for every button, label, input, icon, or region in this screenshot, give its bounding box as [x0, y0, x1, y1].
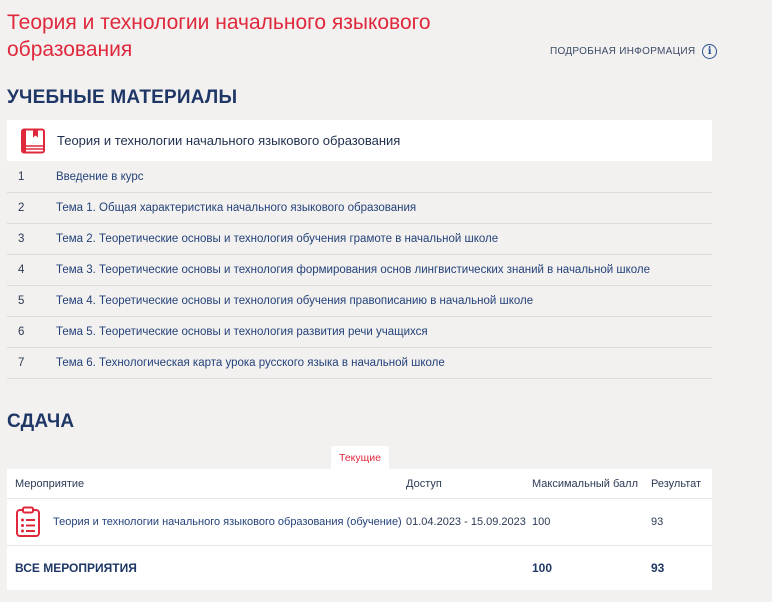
total-row: ВСЕ МЕРОПРИЯТИЯ 100 93 — [7, 546, 712, 590]
item-number: 1 — [18, 171, 25, 183]
column-header-event: Мероприятие — [15, 477, 85, 490]
list-item: 1 Введение в курс — [7, 162, 712, 193]
material-link-intro[interactable]: Введение в курс — [56, 171, 144, 183]
column-header-max-score: Максимальный балл — [532, 477, 638, 490]
result-cell: 93 — [651, 516, 664, 528]
list-item: 6 Тема 5. Теоретические основы и техноло… — [7, 317, 712, 348]
materials-card-title: Теория и технологии начального языкового… — [57, 133, 401, 148]
clipboard-icon — [16, 506, 40, 537]
more-info-label: ПОДРОБНАЯ ИНФОРМАЦИЯ — [550, 46, 696, 57]
item-number: 4 — [18, 264, 25, 276]
list-item: 7 Тема 6. Технологическая карта урока ру… — [7, 348, 712, 379]
submission-heading: СДАЧА — [7, 411, 75, 432]
column-header-access: Доступ — [406, 477, 442, 490]
list-item: 3 Тема 2. Теоретические основы и техноло… — [7, 224, 712, 255]
material-link-topic-4[interactable]: Тема 4. Теоретические основы и технологи… — [56, 295, 533, 307]
item-number: 6 — [18, 326, 25, 338]
material-link-topic-2[interactable]: Тема 2. Теоретические основы и технологи… — [56, 233, 498, 245]
access-cell: 01.04.2023 - 15.09.2023 — [406, 516, 526, 528]
material-link-topic-3[interactable]: Тема 3. Теоретические основы и технологи… — [56, 264, 650, 276]
page-title: Теория и технологии начального языкового… — [7, 11, 431, 61]
total-label: ВСЕ МЕРОПРИЯТИЯ — [15, 561, 137, 575]
max-score-cell: 100 — [532, 516, 551, 528]
materials-list: 1 Введение в курс 2 Тема 1. Общая характ… — [7, 162, 712, 379]
list-item: 2 Тема 1. Общая характеристика начальног… — [7, 193, 712, 224]
item-number: 7 — [18, 357, 25, 369]
item-number: 5 — [18, 295, 25, 307]
event-cell: Теория и технологии начального языкового… — [7, 506, 406, 538]
more-info-link[interactable]: ПОДРОБНАЯ ИНФОРМАЦИЯ i — [550, 44, 718, 59]
material-link-topic-1[interactable]: Тема 1. Общая характеристика начального … — [56, 202, 416, 214]
info-icon[interactable]: i — [702, 44, 718, 59]
material-link-topic-6[interactable]: Тема 6. Технологическая карта урока русс… — [56, 357, 445, 369]
total-max-score: 100 — [532, 561, 553, 575]
column-header-result: Результат — [651, 477, 702, 490]
table-header: Мероприятие Доступ Максимальный балл Рез… — [7, 469, 712, 499]
materials-heading: УЧЕБНЫЕ МАТЕРИАЛЫ — [7, 87, 238, 108]
list-item: 4 Тема 3. Теоретические основы и техноло… — [7, 255, 712, 286]
tab-current[interactable]: Текущие — [331, 446, 389, 469]
event-link[interactable]: Теория и технологии начального языкового… — [53, 516, 402, 528]
list-item: 5 Тема 4. Теоретические основы и техноло… — [7, 286, 712, 317]
book-icon — [21, 128, 45, 153]
item-number: 3 — [18, 233, 25, 245]
item-number: 2 — [18, 202, 25, 214]
submission-table: Мероприятие Доступ Максимальный балл Рез… — [7, 469, 712, 590]
materials-card-header[interactable]: Теория и технологии начального языкового… — [7, 120, 712, 161]
material-link-topic-5[interactable]: Тема 5. Теоретические основы и технологи… — [56, 326, 428, 338]
table-row: Теория и технологии начального языкового… — [7, 499, 712, 546]
total-result: 93 — [651, 561, 665, 575]
